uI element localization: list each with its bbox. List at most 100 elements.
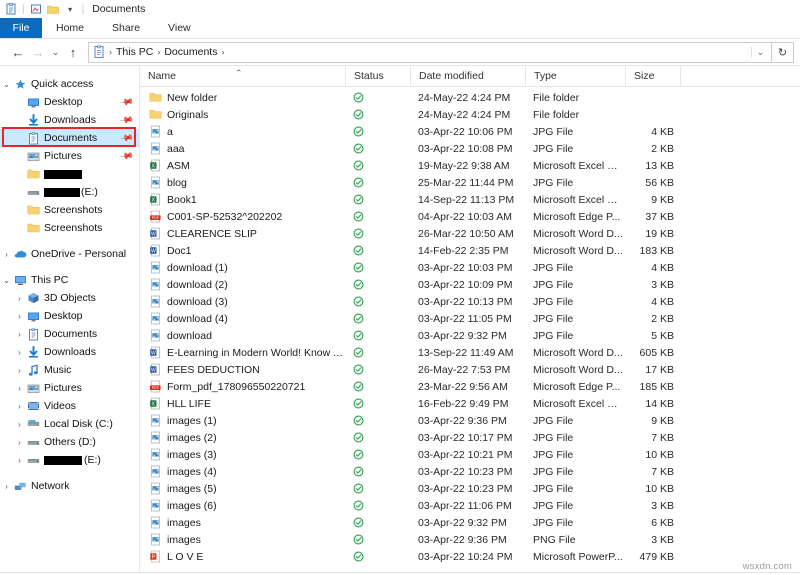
cell-name[interactable]: X ASM	[140, 159, 345, 173]
tab-view[interactable]: View	[154, 18, 205, 38]
cell-name[interactable]: aaa	[140, 142, 345, 156]
cell-name[interactable]: PL O V E	[140, 550, 345, 564]
sidebar-section-quick-access[interactable]: ⌄ Quick access	[0, 75, 139, 93]
cell-name[interactable]: X HLL LIFE	[140, 397, 345, 411]
cell-name[interactable]: W Doc1	[140, 244, 345, 258]
table-row[interactable]: download 03-Apr-22 9:32 PM JPG File 5 KB	[140, 327, 800, 344]
chevron-right-icon[interactable]: ›	[13, 348, 26, 357]
sidebar-item-local-disk-c[interactable]: › Local Disk (C:)	[0, 415, 139, 433]
table-row[interactable]: images (2) 03-Apr-22 10:17 PM JPG File 7 KB	[140, 429, 800, 446]
pin-icon[interactable]: 📌	[119, 148, 134, 163]
sidebar-item-screenshots-1[interactable]: › Screenshots	[0, 201, 139, 219]
table-row[interactable]: W FEES DEDUCTION 26-May-22 7:53 PM Microsof…	[140, 361, 800, 378]
chevron-down-icon[interactable]: ⌄	[751, 46, 769, 58]
cell-name[interactable]: images (3)	[140, 448, 345, 462]
table-row[interactable]: PDF Form_pdf_178096550220721 23-Mar-22 9:5…	[140, 378, 800, 395]
new-folder-icon[interactable]	[30, 3, 43, 16]
sidebar-item-documents[interactable]: › Documents 📌	[0, 129, 139, 147]
chevron-down-icon[interactable]: ⌄	[0, 80, 13, 89]
chevron-right-icon[interactable]: ›	[0, 482, 13, 491]
column-header-status[interactable]: Status	[345, 65, 410, 87]
table-row[interactable]: PDF C001-SP-52532^202202 04-Apr-22 10:03 A…	[140, 208, 800, 225]
sidebar-item-downloads[interactable]: › Downloads 📌	[0, 111, 139, 129]
sidebar-item-pc-redacted-drive-e[interactable]: › (E:)	[0, 451, 139, 469]
cell-name[interactable]: images (5)	[140, 482, 345, 496]
cell-name[interactable]: Originals	[140, 108, 345, 122]
table-row[interactable]: images (5) 03-Apr-22 10:23 PM JPG File 10 K…	[140, 480, 800, 497]
chevron-right-icon[interactable]: ›	[13, 456, 26, 465]
back-button[interactable]: ←	[8, 42, 28, 62]
sidebar-item-redacted-folder[interactable]: ›	[0, 165, 139, 183]
cell-name[interactable]: download (3)	[140, 295, 345, 309]
chevron-right-icon[interactable]: ›	[13, 294, 26, 303]
table-row[interactable]: Originals 24-May-22 4:24 PM File folder	[140, 106, 800, 123]
table-row[interactable]: blog 25-Mar-22 11:44 PM JPG File 56 KB	[140, 174, 800, 191]
tab-home[interactable]: Home	[42, 18, 98, 38]
refresh-button[interactable]: ↻	[772, 41, 794, 63]
chevron-right-icon[interactable]: ›	[13, 384, 26, 393]
chevron-right-icon[interactable]: ›	[13, 330, 26, 339]
pin-icon[interactable]: 📌	[119, 94, 134, 109]
customize-qat-caret[interactable]: ▾	[64, 3, 77, 16]
table-row[interactable]: download (2) 03-Apr-22 10:09 PM JPG File 3 …	[140, 276, 800, 293]
column-header-type[interactable]: Type	[525, 65, 625, 87]
table-row[interactable]: images 03-Apr-22 9:32 PM JPG File 6 KB	[140, 514, 800, 531]
chevron-right-icon[interactable]: ›	[13, 402, 26, 411]
pin-icon[interactable]: 📌	[119, 130, 134, 145]
sidebar-section-network[interactable]: › Network	[0, 477, 139, 495]
cell-name[interactable]: New folder	[140, 91, 345, 105]
forward-button[interactable]: →	[28, 42, 48, 62]
chevron-right-icon[interactable]: ›	[13, 366, 26, 375]
breadcrumb[interactable]: › This PC › Documents › ⌄	[88, 41, 772, 63]
table-row[interactable]: images 03-Apr-22 9:36 PM PNG File 3 KB	[140, 531, 800, 548]
chevron-right-icon[interactable]: ›	[13, 438, 26, 447]
table-row[interactable]: images (4) 03-Apr-22 10:23 PM JPG File 7 KB	[140, 463, 800, 480]
table-row[interactable]: P L O V E 03-Apr-22 10:24 PM Microsoft Powe…	[140, 548, 800, 565]
breadcrumb-documents[interactable]: Documents	[161, 46, 220, 58]
table-row[interactable]: New folder 24-May-22 4:24 PM File folder	[140, 89, 800, 106]
cell-name[interactable]: PDF C001-SP-52532^202202	[140, 210, 345, 224]
cell-name[interactable]: download (2)	[140, 278, 345, 292]
sidebar-item-music[interactable]: › Music	[0, 361, 139, 379]
sidebar-item-pictures[interactable]: › Pictures 📌	[0, 147, 139, 165]
table-row[interactable]: download (3) 03-Apr-22 10:13 PM JPG File 4 …	[140, 293, 800, 310]
sidebar-item-pc-documents[interactable]: › Documents	[0, 325, 139, 343]
table-row[interactable]: images (6) 03-Apr-22 11:06 PM JPG File 3 KB	[140, 497, 800, 514]
tab-file[interactable]: File	[0, 18, 42, 38]
tab-share[interactable]: Share	[98, 18, 154, 38]
table-row[interactable]: download (1) 03-Apr-22 10:03 PM JPG File 4 …	[140, 259, 800, 276]
sidebar-item-pc-pictures[interactable]: › Pictures	[0, 379, 139, 397]
chevron-right-icon[interactable]: ›	[13, 312, 26, 321]
breadcrumb-separator-2[interactable]: ›	[220, 47, 225, 57]
table-row[interactable]: aaa 03-Apr-22 10:08 PM JPG File 2 KB	[140, 140, 800, 157]
column-header-date-modified[interactable]: Date modified	[410, 65, 525, 87]
cell-name[interactable]: X Book1	[140, 193, 345, 207]
table-row[interactable]: X HLL LIFE 16-Feb-22 9:49 PM Microsoft Exce…	[140, 395, 800, 412]
sidebar-item-pc-downloads[interactable]: › Downloads	[0, 343, 139, 361]
cell-name[interactable]: blog	[140, 176, 345, 190]
column-header-size[interactable]: Size	[625, 65, 680, 87]
column-header-blank[interactable]	[680, 65, 720, 87]
up-button[interactable]: ↑	[63, 42, 83, 62]
cell-name[interactable]: a	[140, 125, 345, 139]
cell-name[interactable]: W CLEARENCE SLIP	[140, 227, 345, 241]
table-row[interactable]: W CLEARENCE SLIP 26-Mar-22 10:50 AM Microso…	[140, 225, 800, 242]
sidebar-item-others-d[interactable]: › Others (D:)	[0, 433, 139, 451]
cell-name[interactable]: images (4)	[140, 465, 345, 479]
cell-name[interactable]: download (1)	[140, 261, 345, 275]
cell-name[interactable]: W FEES DEDUCTION	[140, 363, 345, 377]
cell-name[interactable]: W E-Learning in Modern World! Know All th…	[140, 346, 345, 360]
cell-name[interactable]: images (2)	[140, 431, 345, 445]
column-header-name[interactable]: Name ⌃	[140, 66, 345, 87]
table-row[interactable]: a 03-Apr-22 10:06 PM JPG File 4 KB	[140, 123, 800, 140]
sidebar-section-onedrive[interactable]: › OneDrive - Personal	[0, 245, 139, 263]
table-row[interactable]: download (4) 03-Apr-22 11:05 PM JPG File 2 …	[140, 310, 800, 327]
sidebar-item-desktop[interactable]: › Desktop 📌	[0, 93, 139, 111]
table-row[interactable]: images (3) 03-Apr-22 10:21 PM JPG File 10 K…	[140, 446, 800, 463]
table-row[interactable]: W Doc1 14-Feb-22 2:35 PM Microsoft Word D..…	[140, 242, 800, 259]
table-row[interactable]: W E-Learning in Modern World! Know All th…	[140, 344, 800, 361]
cell-name[interactable]: images	[140, 516, 345, 530]
cell-name[interactable]: images	[140, 533, 345, 547]
sidebar-item-redacted-drive-e[interactable]: › (E:)	[0, 183, 139, 201]
table-row[interactable]: images (1) 03-Apr-22 9:36 PM JPG File 9 KB	[140, 412, 800, 429]
